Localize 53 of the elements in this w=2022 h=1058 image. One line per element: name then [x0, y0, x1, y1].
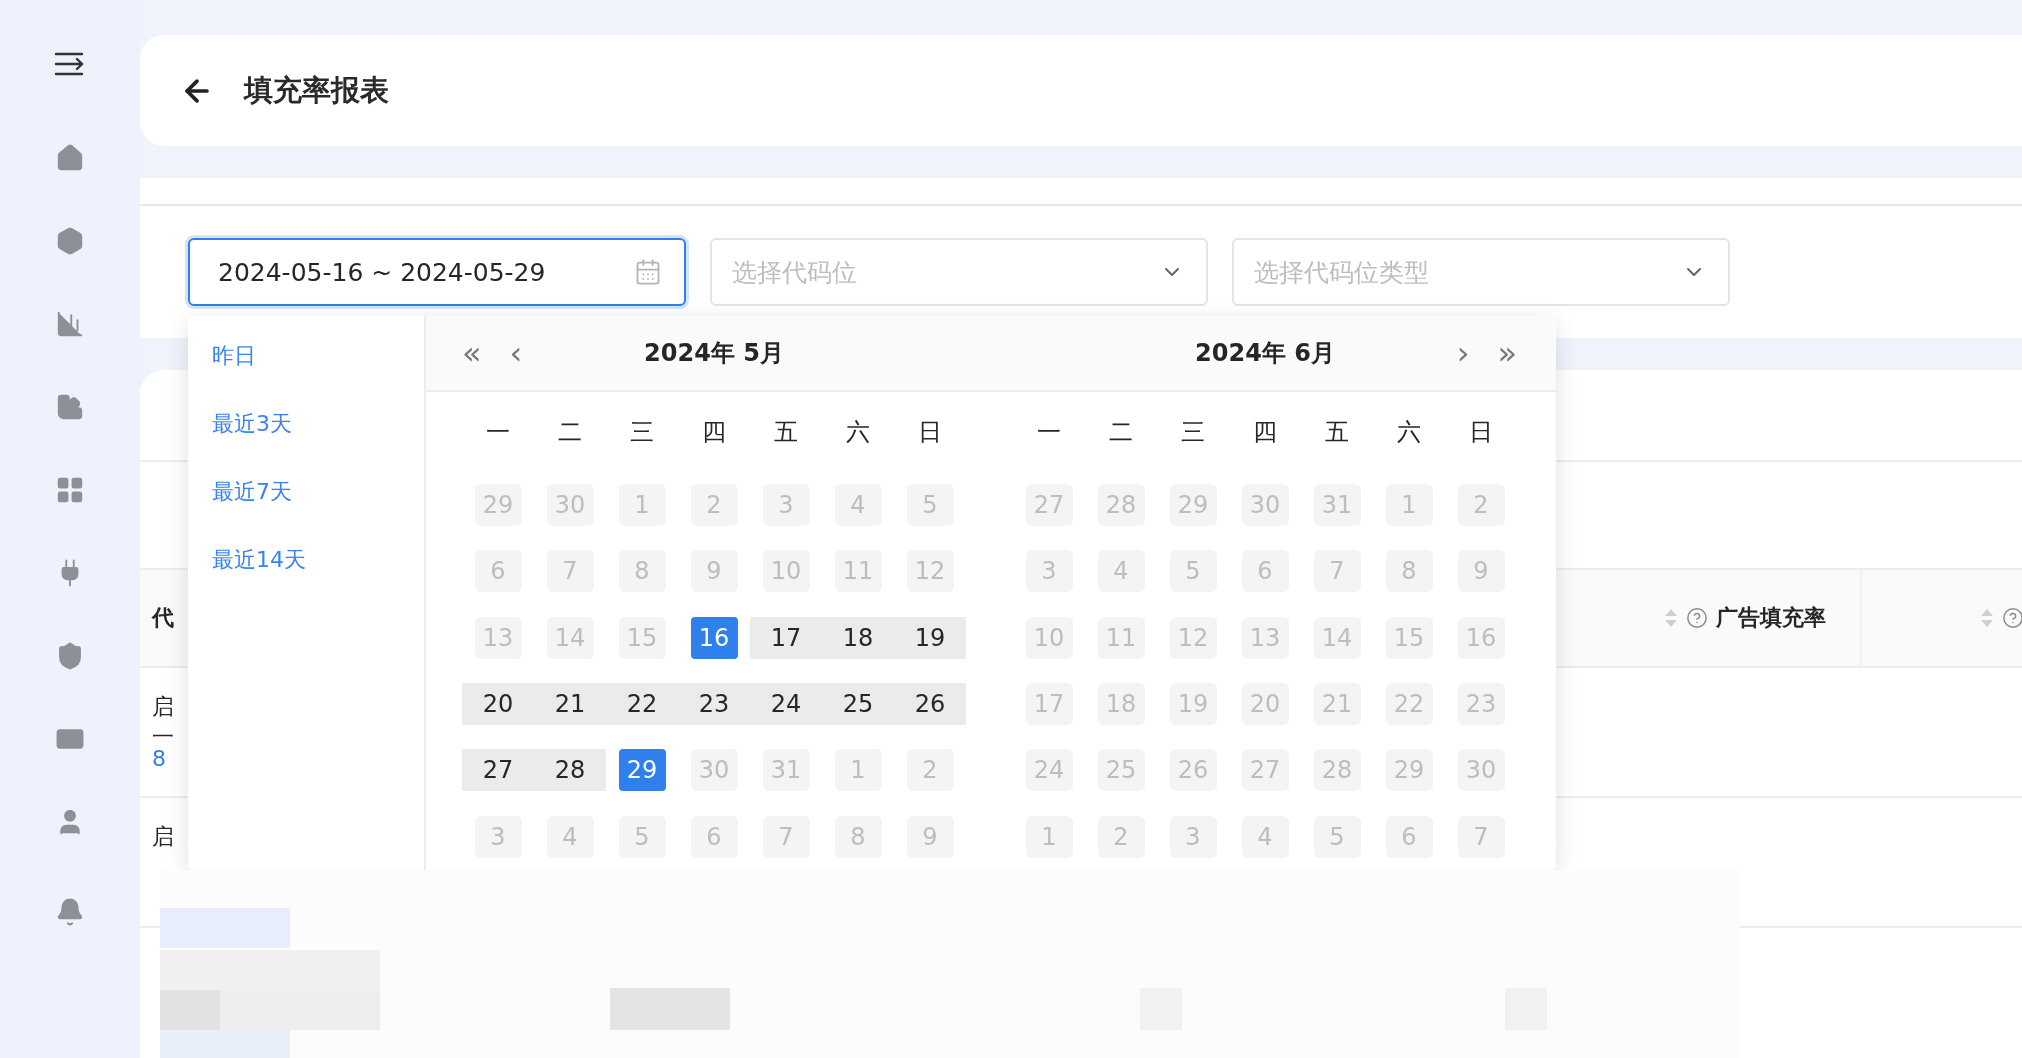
table-cell-text: 一 [152, 726, 174, 748]
calendar-day[interactable]: 28 [534, 749, 606, 792]
weekday-label: 五 [773, 416, 799, 448]
month-title: 2024年 5月 [643, 337, 785, 369]
calendar-icon [634, 258, 662, 286]
calendar-day[interactable]: 19 [894, 616, 966, 659]
weekday-label: 一 [485, 416, 511, 448]
previous-month-button[interactable]: ‹ [509, 332, 523, 373]
weekday-label: 六 [1396, 416, 1422, 448]
sort-icon[interactable] [1980, 607, 1994, 629]
weekday-label: 二 [557, 416, 583, 448]
calendar-day[interactable]: 18 [822, 616, 894, 659]
sort-icon[interactable] [1664, 607, 1678, 629]
weekday-label: 一 [1036, 416, 1062, 448]
weekday-label: 三 [629, 416, 655, 448]
calendar-day[interactable]: 29 [618, 749, 666, 792]
table-cell-text: 启 [152, 693, 174, 721]
weekday-label: 二 [1108, 416, 1134, 448]
calendar-day[interactable]: 25 [822, 683, 894, 725]
table-cell-text: 启 [152, 823, 174, 851]
column-header[interactable]: 代 [152, 603, 174, 633]
calendar-day[interactable]: 21 [534, 683, 606, 725]
date-preset-link[interactable]: 最近14天 [212, 540, 306, 580]
calendar-day[interactable]: 23 [678, 683, 750, 725]
calendar-day[interactable]: 24 [750, 683, 822, 725]
help-icon[interactable] [1686, 607, 1708, 629]
next-year-button[interactable]: » [1497, 332, 1517, 373]
date-preset-link[interactable]: 昨日 [212, 336, 256, 376]
calendar-day[interactable]: 22 [606, 683, 678, 725]
calendar-day[interactable]: 17 [750, 616, 822, 659]
page-title: 填充率报表 [244, 71, 389, 109]
date-preset-link[interactable]: 最近3天 [212, 404, 292, 444]
weekday-label: 五 [1324, 416, 1350, 448]
weekday-label: 四 [1252, 416, 1278, 448]
calendar-day[interactable]: 16 [690, 616, 738, 659]
weekday-label: 四 [701, 416, 727, 448]
month-title: 2024年 6月 [1194, 337, 1336, 369]
date-range-field[interactable]: 2024-05-16 ~ 2024-05-29 [188, 238, 686, 306]
weekday-label: 日 [917, 416, 943, 448]
select-field[interactable]: 选择代码位 [710, 238, 1208, 306]
calendar-day[interactable]: 27 [462, 749, 534, 792]
calendar-day[interactable]: 26 [894, 683, 966, 725]
weekday-label: 三 [1180, 416, 1206, 448]
weekday-label: 日 [1468, 416, 1494, 448]
table-link[interactable]: 8 [152, 748, 166, 770]
column-header[interactable]: 广告填充率 [1716, 603, 1826, 633]
select-field[interactable]: 选择代码位类型 [1232, 238, 1730, 306]
weekday-label: 六 [845, 416, 871, 448]
next-month-button[interactable]: › [1456, 332, 1470, 373]
help-icon[interactable] [2002, 607, 2022, 629]
date-preset-link[interactable]: 最近7天 [212, 472, 292, 512]
calendar-day[interactable]: 20 [462, 683, 534, 725]
previous-year-button[interactable]: « [462, 332, 482, 373]
